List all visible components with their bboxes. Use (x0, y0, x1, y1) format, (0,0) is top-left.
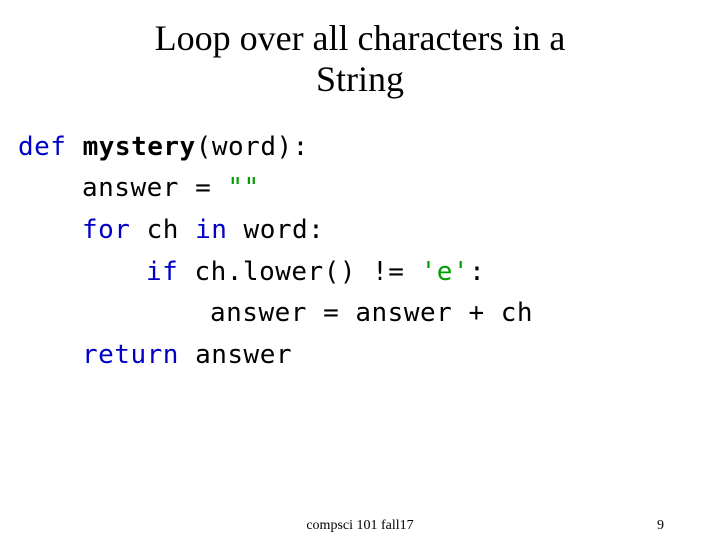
footer-course: compsci 101 fall17 (306, 518, 413, 534)
keyword-in: in (195, 215, 227, 245)
code-line-5: answer = answer + ch (18, 293, 720, 335)
slide-title: Loop over all characters in a String (0, 0, 720, 101)
code-params: (word): (196, 132, 309, 162)
footer-page-number: 9 (657, 518, 664, 534)
keyword-def: def (18, 132, 66, 162)
keyword-return: return (82, 340, 179, 370)
title-line-2: String (316, 59, 404, 99)
code-line-1: def mystery(word): (18, 127, 720, 169)
title-line-1: Loop over all characters in a (155, 18, 566, 58)
code-block: def mystery(word): answer = "" for ch in… (0, 101, 720, 377)
function-name: mystery (83, 132, 196, 162)
code-line-3: for ch in word: (18, 210, 720, 252)
code-line-4: if ch.lower() != 'e': (18, 252, 720, 294)
string-literal: 'e' (421, 257, 469, 287)
keyword-for: for (82, 215, 130, 245)
code-assign: answer = (82, 173, 227, 203)
code-line-2: answer = "" (18, 168, 720, 210)
code-line-6: return answer (18, 335, 720, 377)
string-literal: "" (227, 173, 259, 203)
keyword-if: if (146, 257, 178, 287)
